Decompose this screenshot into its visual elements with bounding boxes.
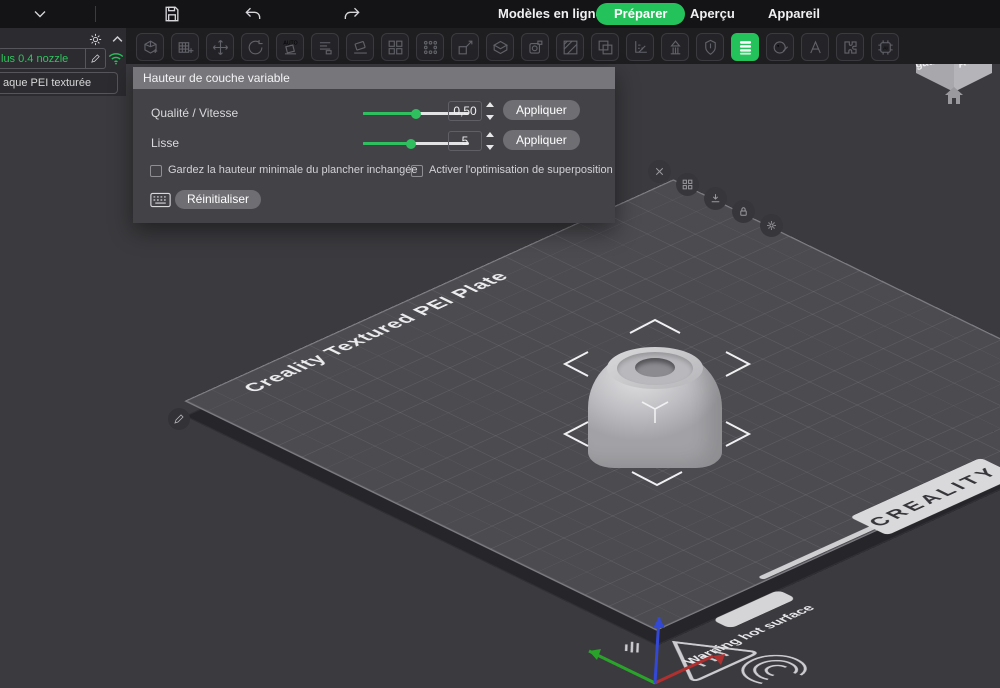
tool-assemble-icon[interactable] [486, 33, 514, 61]
reset-button[interactable]: Réinitialiser [175, 190, 261, 209]
plate-surface-label: Creality Textured PEI Plate [237, 269, 515, 396]
printer-panel: lus 0.4 nozzle aque PEI texturée [0, 28, 126, 96]
smooth-label: Lisse [151, 136, 179, 150]
overlay-optimization-label: Activer l'optimisation de superposition [429, 164, 613, 176]
tool-auto-orient-icon[interactable]: AUTO [276, 33, 304, 61]
lock-plate-icon[interactable] [732, 200, 755, 223]
edit-plate-name-icon[interactable] [168, 408, 190, 430]
home-icon[interactable] [942, 84, 966, 106]
tool-color-painting-icon[interactable] [766, 33, 794, 61]
tool-clone-icon[interactable] [381, 33, 409, 61]
tool-move-icon[interactable] [206, 33, 234, 61]
chevron-down-icon[interactable] [30, 4, 50, 24]
delete-plate-icon[interactable] [648, 160, 671, 183]
printer-name: lus 0.4 nozzle [0, 53, 85, 65]
tool-mirror-icon[interactable] [521, 33, 549, 61]
tool-split-icon[interactable] [836, 33, 864, 61]
tool-add-plate-icon[interactable] [171, 33, 199, 61]
menu-device[interactable]: Appareil [768, 0, 820, 28]
quality-speed-label: Qualité / Vitesse [151, 106, 238, 120]
svg-text:AI: AI [883, 45, 888, 51]
topbar-divider [95, 6, 96, 22]
printer-selector[interactable]: lus 0.4 nozzle [0, 48, 106, 69]
creality-print-window: Creality Textured PEI Plate CREALITY War… [0, 0, 1000, 688]
keep-min-floor-label: Gardez la hauteur minimale du plancher i… [168, 164, 418, 176]
quality-speed-row: Qualité / Vitesse 0,50 Appliquer [133, 99, 615, 129]
smooth-value[interactable]: 5 [448, 131, 482, 151]
tool-align-icon[interactable] [311, 33, 339, 61]
model-hole [635, 358, 675, 377]
tool-measure-icon[interactable] [626, 33, 654, 61]
quality-speed-stepper[interactable] [486, 102, 496, 120]
main-toolbar: AUTO AI [0, 28, 1000, 64]
apply-quality-button[interactable]: Appliquer [503, 100, 580, 120]
panel-title: Hauteur de couche variable [133, 67, 615, 89]
pencil-icon[interactable] [85, 49, 105, 68]
orient-plate-icon[interactable] [704, 187, 727, 210]
smooth-stepper[interactable] [486, 132, 496, 150]
tool-seam-painting-icon[interactable] [696, 33, 724, 61]
tool-scale-icon[interactable] [451, 33, 479, 61]
tool-support-icon[interactable] [661, 33, 689, 61]
tool-pattern-icon[interactable] [556, 33, 584, 61]
gear-icon[interactable] [88, 32, 103, 47]
undo-icon[interactable] [243, 4, 263, 24]
save-icon[interactable] [162, 4, 182, 24]
tool-variable-layer-height-icon[interactable] [731, 33, 759, 61]
apply-smooth-button[interactable]: Appliquer [503, 130, 580, 150]
tool-rotate-icon[interactable] [241, 33, 269, 61]
keep-min-floor-checkbox[interactable] [150, 165, 162, 177]
tool-ai-detection-icon[interactable]: AI [871, 33, 899, 61]
arrange-plate-icon[interactable] [676, 173, 699, 196]
tool-arrange-icon[interactable] [416, 33, 444, 61]
smooth-row: Lisse 5 Appliquer [133, 129, 615, 159]
menu-preview[interactable]: Aperçu [690, 0, 735, 28]
wifi-icon [107, 50, 125, 66]
variable-layer-height-panel: Hauteur de couche variable Qualité / Vit… [133, 67, 615, 223]
quality-speed-value[interactable]: 0,50 [448, 101, 482, 121]
tool-lay-on-face-icon[interactable] [346, 33, 374, 61]
collapse-icon[interactable] [110, 32, 125, 47]
topbar: Modèles en ligne Préparer Aperçu Apparei… [0, 0, 1000, 28]
tool-boolean-icon[interactable] [591, 33, 619, 61]
tool-add-model-icon[interactable] [136, 33, 164, 61]
menu-online-models[interactable]: Modèles en ligne [498, 0, 603, 28]
overlay-optimization-checkbox[interactable] [411, 165, 423, 177]
menu-prepare[interactable]: Préparer [596, 3, 685, 25]
redo-icon[interactable] [342, 4, 362, 24]
tool-text-icon[interactable] [801, 33, 829, 61]
plate-type-select[interactable]: aque PEI texturée [0, 72, 118, 94]
plate-settings-icon[interactable] [760, 214, 783, 237]
keyboard-icon [150, 192, 171, 208]
